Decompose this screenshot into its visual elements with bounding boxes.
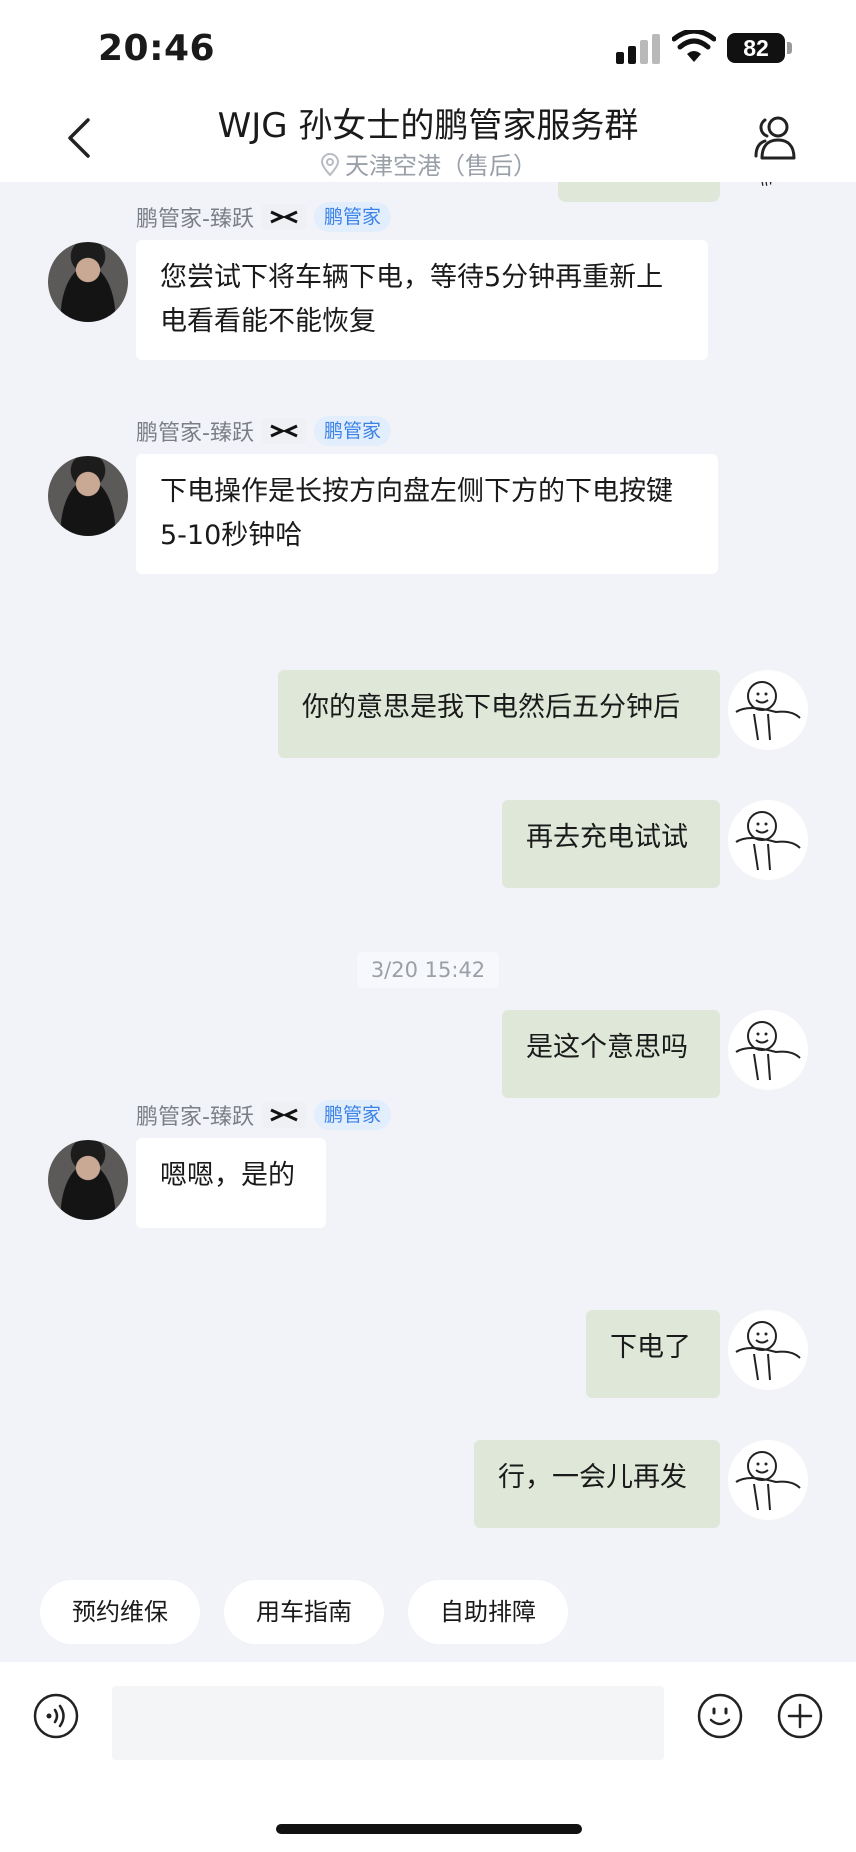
signal-icon (616, 34, 662, 64)
location-pin-icon (320, 153, 340, 177)
sender-row: 鹏管家-臻跃 鹏管家 (136, 202, 391, 232)
battery-indicator: 82 (727, 33, 785, 63)
sender-row: 鹏管家-臻跃 鹏管家 (136, 416, 391, 446)
location-subtitle[interactable]: 天津空港（售后） (0, 146, 856, 181)
quick-reply-row: 预约维保 用车指南 自助排障 (40, 1580, 568, 1644)
add-attachment-icon[interactable] (776, 1692, 824, 1740)
role-badge: 鹏管家 (313, 416, 391, 446)
partial-message-bubble (558, 182, 720, 202)
input-bar (0, 1662, 856, 1852)
quick-reply-troubleshoot[interactable]: 自助排障 (408, 1580, 568, 1644)
sender-name: 鹏管家-臻跃 (136, 421, 254, 446)
xpeng-logo-icon (261, 204, 306, 230)
message-input[interactable] (112, 1686, 664, 1760)
emoji-icon[interactable] (696, 1692, 744, 1740)
quick-reply-guide[interactable]: 用车指南 (224, 1580, 384, 1644)
partial-user-avatar (728, 182, 808, 204)
group-title: WJG 孙女士的鹏管家服务群 (217, 106, 639, 146)
sender-name: 鹏管家-臻跃 (136, 207, 254, 232)
battery-tip (787, 42, 792, 54)
xpeng-logo-icon (261, 418, 306, 444)
status-bar: 20:46 82 (0, 0, 856, 90)
incoming-message-bubble[interactable]: 下电操作是长按方向盘左侧下方的下电按键 5-10秒钟哈 (136, 454, 718, 574)
chat-header: WJG 孙女士的鹏管家服务群 天津空港（售后） (0, 90, 856, 182)
sender-row: 鹏管家-臻跃 鹏管家 (136, 1100, 391, 1130)
voice-input-icon[interactable] (32, 1692, 80, 1740)
group-members-icon[interactable] (752, 114, 798, 160)
user-avatar[interactable] (728, 670, 808, 750)
home-indicator (276, 1824, 582, 1834)
user-avatar[interactable] (728, 1310, 808, 1390)
message-list[interactable]: 鹏管家-臻跃 鹏管家 您尝试下将车辆下电，等待5分钟再重新上 电看看能不能恢复 … (0, 182, 856, 1662)
agent-avatar[interactable] (48, 456, 128, 536)
sender-name: 鹏管家-臻跃 (136, 1105, 254, 1130)
location-text: 天津空港（售后） (345, 152, 537, 180)
role-badge: 鹏管家 (313, 202, 391, 232)
outgoing-message-bubble[interactable]: 是这个意思吗 (502, 1010, 720, 1098)
user-avatar[interactable] (728, 1440, 808, 1520)
agent-avatar[interactable] (48, 1140, 128, 1220)
xpeng-logo-icon (261, 1102, 306, 1128)
outgoing-message-bubble[interactable]: 下电了 (586, 1310, 720, 1398)
message-timestamp: 3/20 15:42 (357, 952, 499, 988)
user-avatar[interactable] (728, 800, 808, 880)
user-avatar[interactable] (728, 1010, 808, 1090)
outgoing-message-bubble[interactable]: 再去充电试试 (502, 800, 720, 888)
outgoing-message-bubble[interactable]: 你的意思是我下电然后五分钟后 (278, 670, 720, 758)
agent-avatar[interactable] (48, 242, 128, 322)
outgoing-message-bubble[interactable]: 行，一会儿再发 (474, 1440, 720, 1528)
incoming-message-bubble[interactable]: 您尝试下将车辆下电，等待5分钟再重新上 电看看能不能恢复 (136, 240, 708, 360)
wifi-icon (672, 30, 716, 62)
incoming-message-bubble[interactable]: 嗯嗯，是的 (136, 1138, 326, 1228)
status-time: 20:46 (98, 28, 216, 69)
role-badge: 鹏管家 (313, 1100, 391, 1130)
quick-reply-maintenance[interactable]: 预约维保 (40, 1580, 200, 1644)
